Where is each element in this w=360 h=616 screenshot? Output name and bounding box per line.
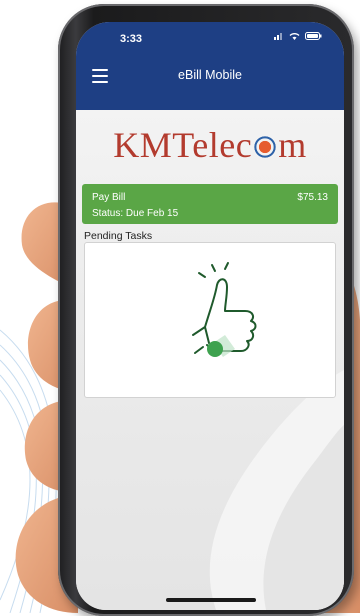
app-header: eBill Mobile bbox=[76, 56, 344, 110]
phone-screen: 3:33 eBill Mobile KMTelec m Pay Bill Sta… bbox=[76, 22, 344, 610]
checkmark-icon bbox=[207, 341, 223, 357]
status-bar: 3:33 bbox=[76, 22, 344, 56]
thumbs-up-icon bbox=[192, 262, 257, 357]
pending-tasks-card bbox=[84, 242, 336, 398]
pending-tasks-label: Pending Tasks bbox=[84, 230, 153, 242]
pay-bill-amount: $75.13 bbox=[297, 192, 328, 203]
home-indicator[interactable] bbox=[166, 598, 256, 602]
status-time: 3:33 bbox=[120, 33, 143, 45]
kmtelecom-logo: KMTelec m bbox=[76, 124, 344, 166]
wifi-icon bbox=[289, 33, 300, 40]
logo-text-end: m bbox=[278, 125, 307, 165]
main-content: KMTelec m Pay Bill Status: Due Feb 15 $75… bbox=[76, 110, 344, 610]
background-swoosh bbox=[209, 370, 344, 610]
pay-bill-title: Pay Bill bbox=[92, 192, 126, 203]
pay-bill-status: Status: Due Feb 15 bbox=[92, 208, 179, 219]
status-icons bbox=[274, 32, 322, 40]
signal-icon bbox=[274, 33, 282, 40]
logo-globe-icon bbox=[253, 135, 278, 159]
app-title: eBill Mobile bbox=[178, 68, 242, 82]
battery-icon bbox=[305, 32, 322, 40]
logo-text-start: KMTelec bbox=[113, 125, 253, 165]
pay-bill-card[interactable]: Pay Bill Status: Due Feb 15 $75.13 bbox=[82, 184, 338, 224]
